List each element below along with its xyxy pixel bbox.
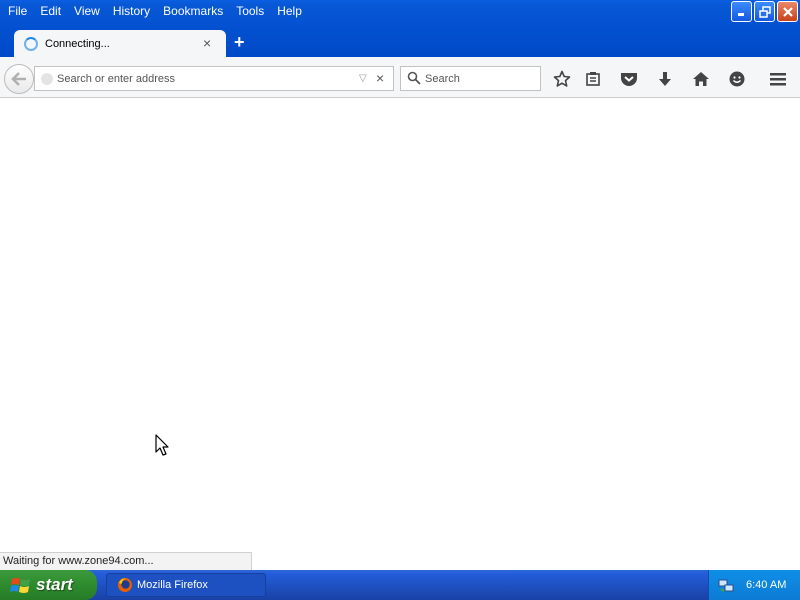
navigation-toolbar: ▽ × [0,57,800,98]
site-identity-icon[interactable] [41,73,53,85]
reading-list-icon [586,72,600,86]
pocket-icon [621,73,637,86]
open-menu-button[interactable] [768,69,788,89]
history-dropmarker-icon[interactable]: ▽ [359,73,367,84]
menu-bookmarks[interactable]: Bookmarks [157,2,230,20]
network-icon[interactable] [718,577,734,593]
tab-title: Connecting... [45,38,110,50]
reading-list-button[interactable] [583,69,603,89]
start-label: start [36,575,73,594]
system-tray: 6:40 AM [708,570,800,600]
hamburger-menu-icon [770,73,786,86]
firefox-icon [118,578,132,592]
back-arrow-icon [11,72,26,86]
home-icon [693,72,709,86]
new-tab-button[interactable]: + [234,33,245,51]
restore-button[interactable] [754,1,775,22]
mouse-cursor-icon [155,434,169,456]
search-icon[interactable] [407,71,421,85]
loading-spinner-icon [24,37,38,51]
browser-tab[interactable]: Connecting... × [14,30,226,58]
minimize-icon [738,13,744,16]
minimize-button[interactable] [731,1,752,22]
taskbar-button-label: Mozilla Firefox [137,579,208,591]
stop-button[interactable]: × [376,70,384,86]
taskbar-button-firefox[interactable]: Mozilla Firefox [106,573,266,597]
menu-history[interactable]: History [107,2,157,20]
bookmark-star-icon [553,70,571,87]
menu-tools[interactable]: Tools [230,2,271,20]
restore-icon [758,5,771,18]
close-window-button[interactable] [777,1,798,22]
taskbar: start Mozilla Firefox 6:40 AM [0,570,800,600]
menu-view[interactable]: View [68,2,107,20]
search-bar[interactable] [400,66,541,91]
hello-button[interactable] [727,69,747,89]
address-input[interactable] [57,70,347,87]
status-panel: Waiting for www.zone94.com... [0,552,252,570]
clock[interactable]: 6:40 AM [746,579,786,591]
bookmark-star-button[interactable] [552,69,572,89]
menu-edit[interactable]: Edit [34,2,68,20]
downloads-button[interactable] [655,69,675,89]
page-content[interactable] [0,98,800,570]
windows-logo-icon [10,578,30,593]
status-text: Waiting for www.zone94.com... [3,555,154,567]
menu-file[interactable]: File [2,2,34,20]
menu-help[interactable]: Help [271,2,309,20]
back-button[interactable] [4,64,34,94]
start-button[interactable]: start [0,570,97,600]
window-titlebar: File Edit View History Bookmarks Tools H… [0,0,800,58]
address-bar[interactable]: ▽ × [34,66,394,91]
search-input[interactable] [425,70,535,87]
home-button[interactable] [691,69,711,89]
hello-icon [729,71,745,87]
downloads-icon [659,72,671,86]
close-icon [782,6,793,17]
pocket-button[interactable] [619,69,639,89]
menu-bar: File Edit View History Bookmarks Tools H… [2,2,309,20]
tab-close-button[interactable]: × [203,36,211,50]
